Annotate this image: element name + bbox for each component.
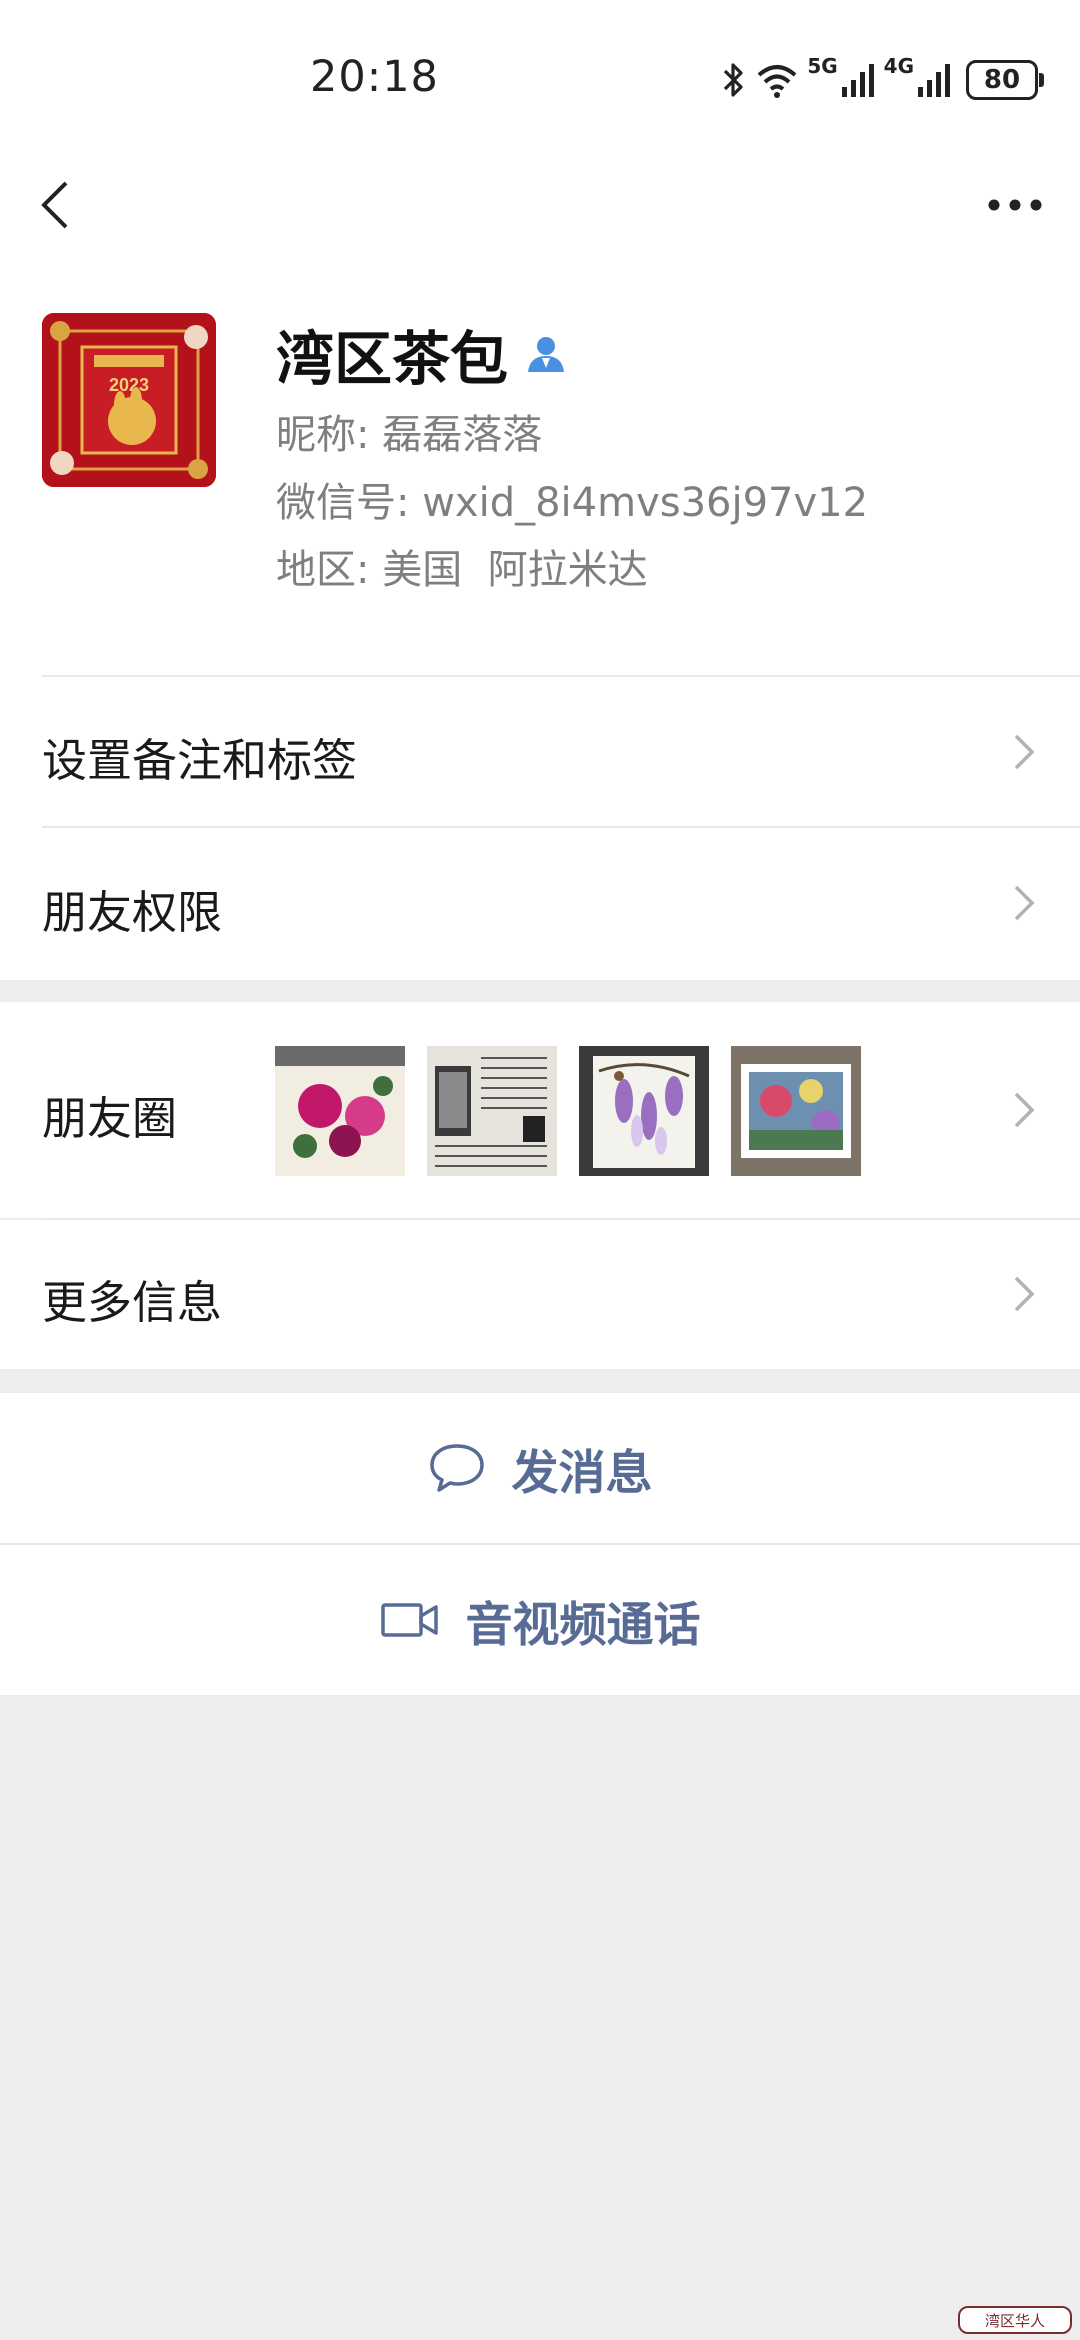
more-info-label: 更多信息 [42,1276,223,1329]
send-message-button[interactable]: 发消息 [0,1393,1080,1543]
nickname-value: 磊磊落落 [382,412,543,458]
region-value: 美国 阿拉米达 [382,547,648,593]
name-row: 湾区茶包 [276,312,568,396]
avatar-year-text: 2023 [109,375,149,395]
wechat-id-line[interactable]: 微信号: wxid_8i4mvs36j97v12 [276,470,868,528]
watermark-logo: 湾区华人 [958,2306,1072,2334]
friend-permission-label: 朋友权限 [42,886,223,939]
profile-name: 湾区茶包 [276,325,509,393]
moments-thumbnail[interactable] [275,1046,405,1176]
chevron-right-icon [1014,885,1035,921]
status-bar: 20:18 5G 4G 80 [0,0,1080,150]
nickname-line: 昵称: 磊磊落落 [276,402,542,460]
nickname-label: 昵称: [276,412,370,458]
video-call-label: 音视频通话 [465,1597,701,1653]
network-label-2: 4G [883,54,914,78]
chevron-right-icon [1014,1276,1035,1312]
wifi-icon [755,61,799,99]
wechat-id-label: 微信号: [276,480,410,526]
more-button[interactable] [980,180,1050,230]
chat-bubble-icon [429,1444,484,1492]
contact-profile-screen: 20:18 5G 4G 80 2023 湾区茶包 昵称: 磊磊落落 微信号: w… [0,0,1080,2340]
back-button[interactable] [30,175,80,235]
moments-thumbnail[interactable] [579,1046,709,1176]
status-icons: 5G 4G 80 [721,54,1044,105]
chevron-right-icon [1014,1092,1035,1128]
status-time: 20:18 [310,52,439,102]
friend-permission-row[interactable]: 朋友权限 [0,828,1080,978]
wechat-id-value: wxid_8i4mvs36j97v12 [422,480,869,526]
chevron-left-icon [41,181,68,229]
more-info-row[interactable]: 更多信息 [0,1220,1080,1369]
video-call-button[interactable]: 音视频通话 [0,1545,1080,1695]
signal-icon [841,61,876,99]
signal-icon [918,61,952,99]
moments-label: 朋友圈 [42,1092,178,1145]
remark-tags-label: 设置备注和标签 [42,734,358,787]
chevron-right-icon [1014,734,1035,770]
region-line: 地区: 美国 阿拉米达 [276,537,648,595]
video-camera-icon [380,1603,438,1637]
battery-icon: 80 [966,60,1044,100]
user-verified-icon [528,337,565,372]
moments-thumbnail[interactable] [731,1046,861,1176]
send-message-label: 发消息 [511,1445,653,1501]
bluetooth-icon [721,61,747,99]
avatar[interactable]: 2023 [42,313,216,487]
more-horizontal-icon [988,199,1042,211]
region-label: 地区: [276,547,370,593]
network-label-1: 5G [807,54,838,78]
moments-thumbnail[interactable] [427,1046,557,1176]
remark-tags-row[interactable]: 设置备注和标签 [0,677,1080,826]
